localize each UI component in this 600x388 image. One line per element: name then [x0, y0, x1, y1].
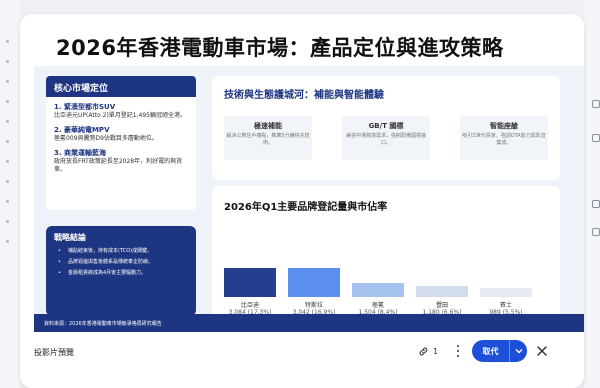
preview-toolbar: 投影片預覽 1 取代	[20, 332, 584, 388]
gutter-marker	[6, 40, 9, 43]
moat-card-title: 極速補能	[254, 122, 282, 130]
moat-card: 極速補能 解決公寓住戶痛點，推廣5分鐘快充技術。	[224, 116, 312, 160]
market-item: 3. 商業運輸藍海 政府放長FRT政策延長至2028年，利好電的與貨車。	[46, 149, 196, 174]
market-item-desc: 政府放長FRT政策延長至2028年，利好電的與貨車。	[54, 158, 183, 173]
copy-button-label[interactable]: 取代	[472, 340, 509, 362]
strategy-panel: 戰略結論 補貼結束後，持有成本(TCO)成關鍵。 品牌週邊與售後體系是傳統車企防…	[46, 226, 196, 316]
bar-category-label: 比亞迪	[240, 302, 259, 309]
gutter-marker	[6, 220, 9, 223]
market-item-title: 1. 緊湊型都市SUV	[54, 103, 116, 111]
strategy-item: 補貼結束後，持有成本(TCO)成關鍵。	[54, 247, 188, 255]
market-item-desc: 極氪009與騰勢D9佔戰目多層動地位。	[54, 135, 158, 142]
core-market-panel: 核心市場定位 1. 緊湊型都市SUV 比亞迪元UP(Atto 2)單月登記1,4…	[46, 76, 196, 210]
chart-bar	[224, 268, 276, 297]
gutter-marker	[6, 240, 9, 243]
moat-card-desc: 吸引Z世代買家，強調OTA能力與影音集成。	[462, 133, 546, 146]
gutter-marker	[6, 120, 9, 123]
chart-title: 2026年Q1主要品牌登記量與市佔率	[224, 202, 388, 213]
moat-panel: 技術與生態護城河：補能與智能體驗 極速補能 解決公寓住戶痛點，推廣5分鐘快充技術…	[212, 76, 560, 180]
gutter-marker	[6, 140, 9, 143]
side-panel-icon[interactable]	[592, 134, 600, 142]
strategy-item: 品牌週邊與售後體系是傳統車企防線。	[54, 258, 188, 266]
copy-dropdown-button[interactable]	[509, 340, 527, 362]
chart-bar	[416, 286, 468, 297]
moat-title: 技術與生態護城河：補能與智能體驗	[224, 90, 384, 101]
moat-card: 智能座艙 吸引Z世代買家，強調OTA能力與影音集成。	[460, 116, 548, 160]
more-vert-icon[interactable]	[455, 344, 461, 358]
chart-bar	[480, 288, 532, 297]
moat-card-title: 智能座艙	[490, 122, 518, 130]
bar-category-label: 豐田	[435, 302, 448, 309]
gutter-marker	[6, 200, 9, 203]
gutter-marker	[6, 160, 9, 163]
core-market-header: 核心市場定位	[46, 76, 196, 97]
moat-card-desc: 兼容中港跨境需求，強制配備國標接口。	[345, 133, 426, 146]
link-count: 1	[433, 347, 439, 356]
gutter-marker	[6, 100, 9, 103]
preview-label: 投影片預覽	[34, 348, 74, 357]
close-icon[interactable]	[536, 345, 548, 357]
market-item: 1. 緊湊型都市SUV 比亞迪元UP(Atto 2)單月登記1,495輛冠絕全港…	[46, 103, 196, 120]
source-footer: 資料來源：2026年香港電動車市場競爭格局研究報告	[34, 314, 584, 332]
market-item: 2. 豪華純電MPV 極氪009與騰勢D9佔戰目多層動地位。	[46, 126, 196, 143]
strategy-item: 金融租賃將成為4月後主要驅動力。	[54, 269, 188, 277]
market-item-title: 2. 豪華純電MPV	[54, 126, 110, 134]
bar-category-label: 賓士	[499, 302, 512, 309]
slide-preview-dialog: 2026年香港電動車市場：產品定位與進攻策略 核心市場定位 1. 緊湊型都市SU…	[20, 14, 584, 388]
slide-body: 核心市場定位 1. 緊湊型都市SUV 比亞迪元UP(Atto 2)單月登記1,4…	[34, 66, 584, 332]
gutter-marker	[6, 80, 9, 83]
chevron-down-icon	[515, 349, 522, 354]
side-panel-icon[interactable]	[592, 200, 600, 208]
moat-card-desc: 解決公寓住戶痛點，推廣5分鐘快充技術。	[226, 133, 310, 146]
slide-title: 2026年香港電動車市場：產品定位與進攻策略	[56, 36, 504, 60]
side-panel-icon[interactable]	[592, 228, 600, 236]
bar-category-label: 極氪	[371, 302, 384, 309]
side-panel-icon[interactable]	[592, 100, 600, 108]
gutter-marker	[6, 180, 9, 183]
gutter-marker	[6, 60, 9, 63]
slide-preview: 2026年香港電動車市場：產品定位與進攻策略 核心市場定位 1. 緊湊型都市SU…	[34, 14, 584, 332]
brand-share-chart: 2026年Q1主要品牌登記量與市佔率 比亞迪 3,084 (17.3%) 特斯拉 3,…	[212, 186, 560, 332]
bar-category-label: 特斯拉	[304, 302, 323, 309]
left-gutter	[0, 0, 20, 388]
moat-card: GB/T 國標 兼容中港跨境需求，強制配備國標接口。	[342, 116, 430, 160]
market-item-title: 3. 商業運輸藍海	[54, 149, 106, 157]
strategy-title: 戰略結論	[54, 233, 86, 242]
link-icon[interactable]	[418, 346, 429, 357]
right-gutter	[584, 0, 600, 388]
moat-card-title: GB/T 國標	[368, 122, 404, 130]
market-item-desc: 比亞迪元UP(Atto 2)單月登記1,495輛冠絕全港。	[54, 112, 186, 119]
copy-button[interactable]: 取代	[472, 340, 527, 362]
chart-bar	[352, 283, 404, 297]
chart-bar	[288, 268, 340, 297]
